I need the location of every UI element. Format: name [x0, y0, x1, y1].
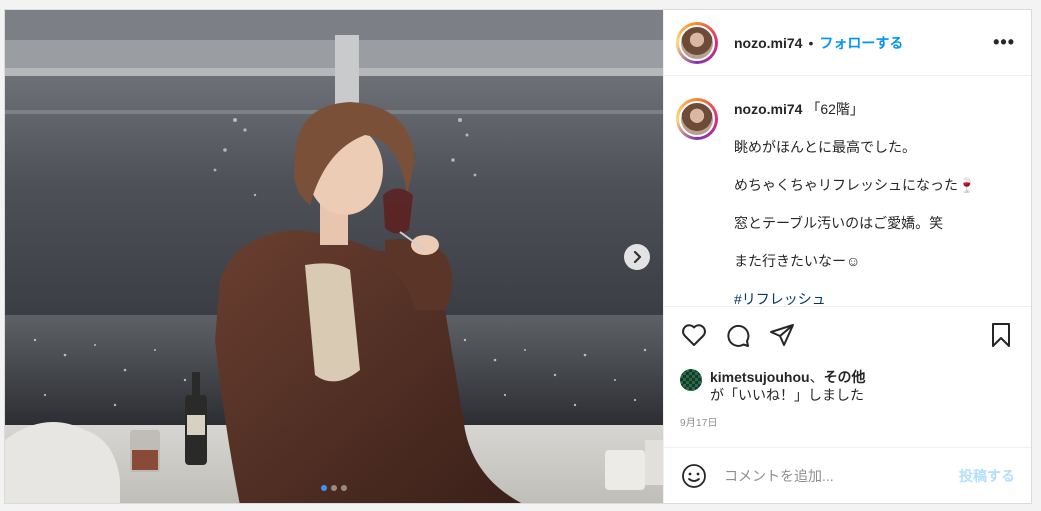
follow-button[interactable]: フォローする [819, 33, 903, 53]
next-arrow-icon [633, 251, 642, 263]
caption-username[interactable]: nozo.mi74 [734, 101, 802, 117]
like-heart-icon[interactable] [680, 321, 708, 349]
caption-avatar[interactable] [676, 98, 718, 140]
avatar-image [679, 24, 715, 61]
bookmark-save-icon[interactable] [987, 321, 1015, 349]
comment-bar: 投稿する [664, 447, 1031, 503]
likes-joiner: 、 [809, 369, 824, 385]
caption-line: 「62階」 [806, 101, 864, 117]
slide-dot [321, 485, 327, 491]
caption-area: nozo.mi74 「62階」 眺めがほんとに最高でした。 めちゃくちゃリフレッ… [664, 76, 1031, 306]
caption-line: 眺めがほんとに最高でした。 [734, 139, 916, 155]
photo-scene [5, 10, 663, 503]
post-comment-button[interactable]: 投稿する [959, 466, 1015, 486]
caption-line: 窓とテーブル汚いのはご愛嬌。笑 [734, 215, 944, 231]
comment-bubble-icon[interactable] [724, 321, 752, 349]
liker-avatar[interactable] [680, 369, 702, 391]
likes-suffix: が「いいね！」しました [710, 387, 864, 403]
caption-hashtag[interactable]: #リフレッシュ [734, 290, 975, 306]
post-sidebar: nozo.mi74 • フォローする ••• nozo.mi74 「62階」 眺… [663, 10, 1031, 503]
emoji-smiley-icon[interactable] [680, 462, 708, 490]
comment-input[interactable] [724, 467, 959, 484]
post-date[interactable]: 9月17日 [664, 404, 1031, 429]
author-username[interactable]: nozo.mi74 [734, 35, 802, 51]
action-bar [664, 306, 1031, 362]
likes-text: kimetsujouhou、その他 が「いいね！」しました [710, 368, 866, 404]
next-slide-button[interactable] [624, 244, 650, 270]
author-avatar[interactable] [676, 21, 718, 64]
liker-username[interactable]: kimetsujouhou [710, 369, 810, 385]
slide-indicator [5, 485, 663, 491]
likes-others-link[interactable]: その他 [824, 369, 866, 385]
caption-text: nozo.mi74 「62階」 眺めがほんとに最高でした。 めちゃくちゃリフレッ… [734, 98, 975, 306]
caption-line: また行きたいなー☺ [734, 253, 861, 269]
slide-dot [331, 485, 337, 491]
caption-line: めちゃくちゃリフレッシュになった🍷 [734, 177, 976, 193]
slide-dot [341, 485, 347, 491]
post-header: nozo.mi74 • フォローする ••• [664, 10, 1031, 76]
instagram-post-embed: nozo.mi74 • フォローする ••• nozo.mi74 「62階」 眺… [4, 9, 1032, 504]
likes-summary: kimetsujouhou、その他 が「いいね！」しました [664, 362, 1031, 404]
header-separator: • [808, 34, 814, 51]
share-paper-plane-icon[interactable] [768, 321, 796, 349]
more-options-icon[interactable]: ••• [993, 32, 1015, 53]
post-photo[interactable] [5, 10, 663, 503]
avatar-image [679, 101, 715, 137]
